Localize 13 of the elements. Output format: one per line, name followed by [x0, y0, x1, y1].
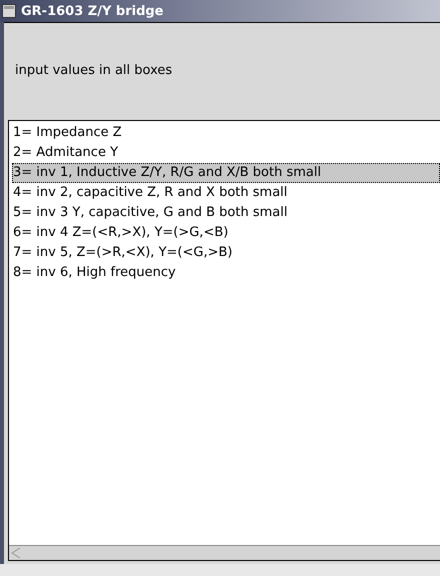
list-item[interactable]: 1= Impedance Z: [12, 123, 440, 143]
list-item[interactable]: 8= inv 6, High frequency: [12, 263, 440, 283]
list-item[interactable]: 6= inv 4 Z=(<R,>X), Y=(>G,<B): [12, 223, 440, 243]
list-item[interactable]: 5= inv 3 Y, capacitive, G and B both small: [12, 203, 440, 223]
window-menu-icon[interactable]: [2, 4, 16, 18]
horizontal-scrollbar[interactable]: [9, 545, 440, 560]
list-item[interactable]: 3= inv 1, Inductive Z/Y, R/G and X/B both small: [12, 163, 440, 183]
window-title: GR-1603 Z/Y bridge: [21, 4, 164, 18]
list-item[interactable]: 7= inv 5, Z=(>R,<X), Y=(<G,>B): [12, 243, 440, 263]
list-item[interactable]: 2= Admitance Y: [12, 143, 440, 163]
options-list[interactable]: [8, 120, 440, 561]
prompt-text: input values in all boxes: [15, 63, 172, 78]
list-item[interactable]: 4= inv 2, capacitive Z, R and X both small: [12, 183, 440, 203]
